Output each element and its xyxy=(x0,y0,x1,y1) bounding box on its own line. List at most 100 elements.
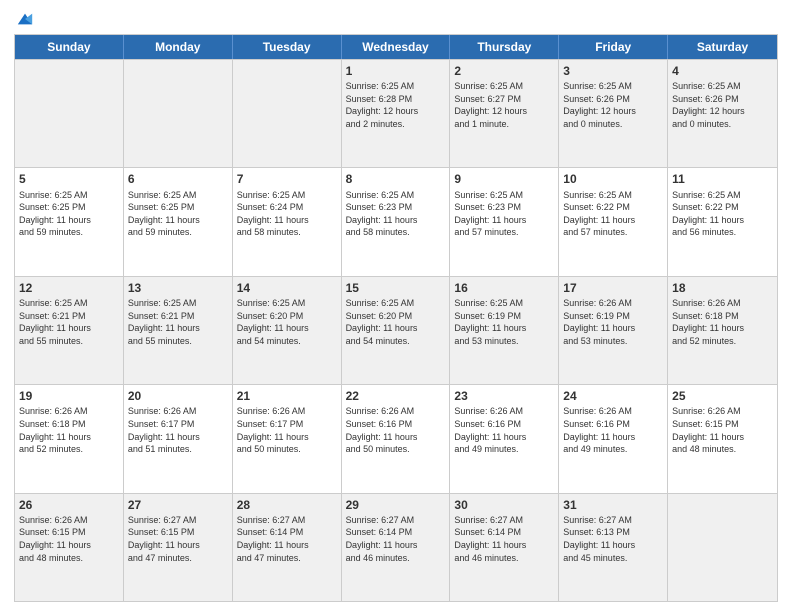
cal-cell xyxy=(233,60,342,167)
day-number: 27 xyxy=(128,497,228,513)
day-number: 11 xyxy=(672,171,773,187)
cell-info: Sunrise: 6:26 AMSunset: 6:15 PMDaylight:… xyxy=(19,514,119,564)
cell-info: Sunrise: 6:26 AMSunset: 6:16 PMDaylight:… xyxy=(563,405,663,455)
cal-cell: 15Sunrise: 6:25 AMSunset: 6:20 PMDayligh… xyxy=(342,277,451,384)
logo xyxy=(14,10,34,28)
cal-header-sunday: Sunday xyxy=(15,35,124,59)
cell-info: Sunrise: 6:25 AMSunset: 6:22 PMDaylight:… xyxy=(563,189,663,239)
day-number: 31 xyxy=(563,497,663,513)
cell-info: Sunrise: 6:25 AMSunset: 6:20 PMDaylight:… xyxy=(237,297,337,347)
day-number: 9 xyxy=(454,171,554,187)
cal-header-tuesday: Tuesday xyxy=(233,35,342,59)
cell-info: Sunrise: 6:25 AMSunset: 6:20 PMDaylight:… xyxy=(346,297,446,347)
cell-info: Sunrise: 6:25 AMSunset: 6:19 PMDaylight:… xyxy=(454,297,554,347)
cal-cell: 25Sunrise: 6:26 AMSunset: 6:15 PMDayligh… xyxy=(668,385,777,492)
day-number: 19 xyxy=(19,388,119,404)
day-number: 4 xyxy=(672,63,773,79)
cal-cell: 2Sunrise: 6:25 AMSunset: 6:27 PMDaylight… xyxy=(450,60,559,167)
cell-info: Sunrise: 6:25 AMSunset: 6:26 PMDaylight:… xyxy=(563,80,663,130)
cal-cell: 29Sunrise: 6:27 AMSunset: 6:14 PMDayligh… xyxy=(342,494,451,601)
cell-info: Sunrise: 6:25 AMSunset: 6:23 PMDaylight:… xyxy=(454,189,554,239)
cell-info: Sunrise: 6:26 AMSunset: 6:16 PMDaylight:… xyxy=(346,405,446,455)
cal-cell: 26Sunrise: 6:26 AMSunset: 6:15 PMDayligh… xyxy=(15,494,124,601)
cell-info: Sunrise: 6:26 AMSunset: 6:15 PMDaylight:… xyxy=(672,405,773,455)
day-number: 30 xyxy=(454,497,554,513)
day-number: 17 xyxy=(563,280,663,296)
day-number: 29 xyxy=(346,497,446,513)
day-number: 8 xyxy=(346,171,446,187)
header xyxy=(14,10,778,28)
cal-cell: 4Sunrise: 6:25 AMSunset: 6:26 PMDaylight… xyxy=(668,60,777,167)
cal-cell: 30Sunrise: 6:27 AMSunset: 6:14 PMDayligh… xyxy=(450,494,559,601)
day-number: 28 xyxy=(237,497,337,513)
day-number: 24 xyxy=(563,388,663,404)
cell-info: Sunrise: 6:27 AMSunset: 6:14 PMDaylight:… xyxy=(237,514,337,564)
day-number: 6 xyxy=(128,171,228,187)
calendar: SundayMondayTuesdayWednesdayThursdayFrid… xyxy=(14,34,778,602)
cal-header-saturday: Saturday xyxy=(668,35,777,59)
logo-icon xyxy=(16,10,34,28)
cal-cell: 31Sunrise: 6:27 AMSunset: 6:13 PMDayligh… xyxy=(559,494,668,601)
cal-cell: 20Sunrise: 6:26 AMSunset: 6:17 PMDayligh… xyxy=(124,385,233,492)
cal-cell: 10 Sunrise: 6:25 AMSunset: 6:22 PMDayligh… xyxy=(559,168,668,275)
cal-cell: 21Sunrise: 6:26 AMSunset: 6:17 PMDayligh… xyxy=(233,385,342,492)
cell-info: Sunrise: 6:27 AMSunset: 6:13 PMDaylight:… xyxy=(563,514,663,564)
cal-cell: 19Sunrise: 6:26 AMSunset: 6:18 PMDayligh… xyxy=(15,385,124,492)
cal-cell: 8 Sunrise: 6:25 AMSunset: 6:23 PMDaylight… xyxy=(342,168,451,275)
cal-cell: 17Sunrise: 6:26 AMSunset: 6:19 PMDayligh… xyxy=(559,277,668,384)
cal-cell xyxy=(124,60,233,167)
day-number: 7 xyxy=(237,171,337,187)
cell-info: Sunrise: 6:26 AMSunset: 6:16 PMDaylight:… xyxy=(454,405,554,455)
cal-cell: 1Sunrise: 6:25 AMSunset: 6:28 PMDaylight… xyxy=(342,60,451,167)
cal-row-1: 5Sunrise: 6:25 AMSunset: 6:25 PMDaylight… xyxy=(15,167,777,275)
cal-cell: 9 Sunrise: 6:25 AMSunset: 6:23 PMDaylight… xyxy=(450,168,559,275)
cell-info: Sunrise: 6:25 AMSunset: 6:25 PMDaylight:… xyxy=(19,189,119,239)
cal-row-4: 26Sunrise: 6:26 AMSunset: 6:15 PMDayligh… xyxy=(15,493,777,601)
cell-info: Sunrise: 6:26 AMSunset: 6:18 PMDaylight:… xyxy=(672,297,773,347)
cal-cell: 3Sunrise: 6:25 AMSunset: 6:26 PMDaylight… xyxy=(559,60,668,167)
day-number: 12 xyxy=(19,280,119,296)
day-number: 3 xyxy=(563,63,663,79)
cal-row-3: 19Sunrise: 6:26 AMSunset: 6:18 PMDayligh… xyxy=(15,384,777,492)
cal-cell: 27Sunrise: 6:27 AMSunset: 6:15 PMDayligh… xyxy=(124,494,233,601)
cal-row-0: 1Sunrise: 6:25 AMSunset: 6:28 PMDaylight… xyxy=(15,59,777,167)
cell-info: Sunrise: 6:27 AMSunset: 6:14 PMDaylight:… xyxy=(346,514,446,564)
cell-info: Sunrise: 6:25 AMSunset: 6:21 PMDaylight:… xyxy=(128,297,228,347)
cal-cell: 22Sunrise: 6:26 AMSunset: 6:16 PMDayligh… xyxy=(342,385,451,492)
day-number: 22 xyxy=(346,388,446,404)
page: SundayMondayTuesdayWednesdayThursdayFrid… xyxy=(0,0,792,612)
day-number: 21 xyxy=(237,388,337,404)
day-number: 10 xyxy=(563,171,663,187)
cal-cell: 28Sunrise: 6:27 AMSunset: 6:14 PMDayligh… xyxy=(233,494,342,601)
cell-info: Sunrise: 6:25 AMSunset: 6:21 PMDaylight:… xyxy=(19,297,119,347)
cell-info: Sunrise: 6:25 AMSunset: 6:25 PMDaylight:… xyxy=(128,189,228,239)
cell-info: Sunrise: 6:25 AMSunset: 6:24 PMDaylight:… xyxy=(237,189,337,239)
cal-cell: 11Sunrise: 6:25 AMSunset: 6:22 PMDayligh… xyxy=(668,168,777,275)
cal-header-friday: Friday xyxy=(559,35,668,59)
cal-header-monday: Monday xyxy=(124,35,233,59)
cal-cell: 14Sunrise: 6:25 AMSunset: 6:20 PMDayligh… xyxy=(233,277,342,384)
cal-cell: 24Sunrise: 6:26 AMSunset: 6:16 PMDayligh… xyxy=(559,385,668,492)
day-number: 20 xyxy=(128,388,228,404)
cell-info: Sunrise: 6:25 AMSunset: 6:26 PMDaylight:… xyxy=(672,80,773,130)
day-number: 14 xyxy=(237,280,337,296)
cal-cell: 7 Sunrise: 6:25 AMSunset: 6:24 PMDaylight… xyxy=(233,168,342,275)
day-number: 23 xyxy=(454,388,554,404)
cal-cell: 18Sunrise: 6:26 AMSunset: 6:18 PMDayligh… xyxy=(668,277,777,384)
cell-info: Sunrise: 6:26 AMSunset: 6:18 PMDaylight:… xyxy=(19,405,119,455)
cal-cell: 12Sunrise: 6:25 AMSunset: 6:21 PMDayligh… xyxy=(15,277,124,384)
day-number: 25 xyxy=(672,388,773,404)
day-number: 16 xyxy=(454,280,554,296)
cal-cell: 6 Sunrise: 6:25 AMSunset: 6:25 PMDaylight… xyxy=(124,168,233,275)
day-number: 18 xyxy=(672,280,773,296)
cell-info: Sunrise: 6:26 AMSunset: 6:17 PMDaylight:… xyxy=(237,405,337,455)
cal-cell xyxy=(668,494,777,601)
cell-info: Sunrise: 6:27 AMSunset: 6:15 PMDaylight:… xyxy=(128,514,228,564)
cal-header-wednesday: Wednesday xyxy=(342,35,451,59)
cell-info: Sunrise: 6:25 AMSunset: 6:23 PMDaylight:… xyxy=(346,189,446,239)
day-number: 15 xyxy=(346,280,446,296)
day-number: 13 xyxy=(128,280,228,296)
cell-info: Sunrise: 6:25 AMSunset: 6:27 PMDaylight:… xyxy=(454,80,554,130)
calendar-header: SundayMondayTuesdayWednesdayThursdayFrid… xyxy=(15,35,777,59)
cal-cell xyxy=(15,60,124,167)
